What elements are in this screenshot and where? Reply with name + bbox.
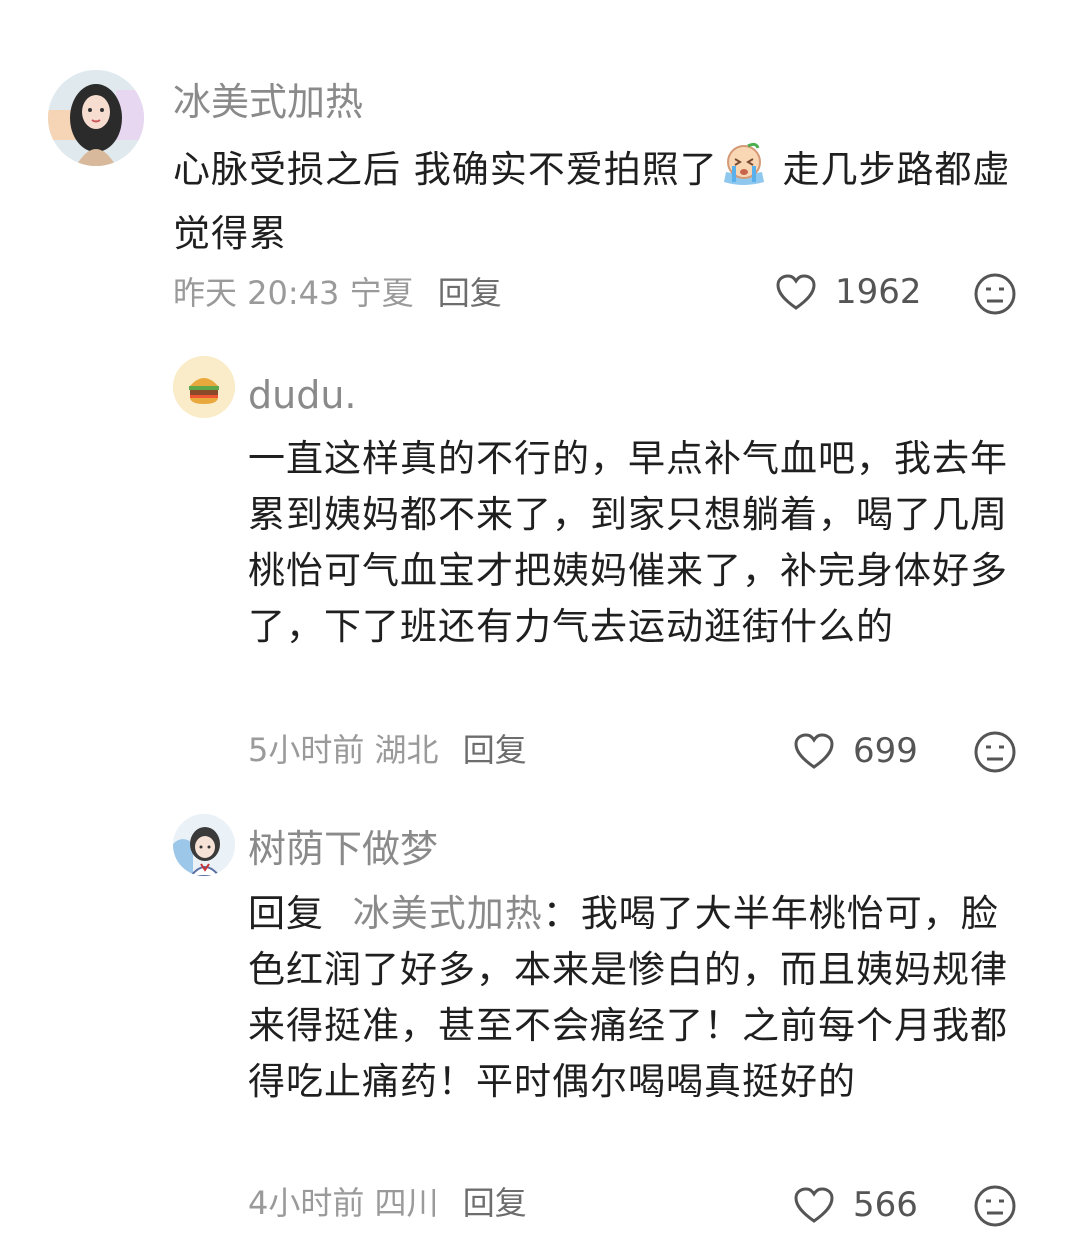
meh-face-icon[interactable] xyxy=(973,272,1017,316)
comment-text: 回复 冰美式加热：我喝了大半年桃怡可，脸色红润了好多，本来是惨白的，而且姨妈规律… xyxy=(248,886,1013,1110)
comment-meta: 4小时前 四川 回复 xyxy=(248,1183,527,1223)
timestamp: 昨天 20:43 xyxy=(173,274,340,312)
username[interactable]: 树荫下做梦 xyxy=(248,827,438,871)
comment-meta: 昨天 20:43 宁夏 回复 xyxy=(173,273,502,313)
reply-button[interactable]: 回复 xyxy=(438,274,502,312)
like-count: 1962 xyxy=(835,272,922,312)
reply-prefix: 回复 xyxy=(248,892,324,935)
comment-text-part: 心脉受损之后 我确实不爱拍照了 xyxy=(173,148,718,191)
location: 四川 xyxy=(374,1184,439,1222)
reply-button[interactable]: 回复 xyxy=(463,731,527,769)
heart-outline-icon xyxy=(794,1187,834,1223)
reply-button[interactable]: 回复 xyxy=(463,1184,527,1222)
like-count: 699 xyxy=(853,731,918,771)
avatar[interactable] xyxy=(173,356,235,418)
comment-text: 心脉受损之后 我确实不爱拍照了 走几步路都虚觉得累 xyxy=(173,142,1023,262)
username[interactable]: dudu. xyxy=(248,373,357,417)
comment-meta: 5小时前 湖北 回复 xyxy=(248,730,527,770)
timestamp: 5小时前 xyxy=(248,731,365,769)
timestamp: 4小时前 xyxy=(248,1184,365,1222)
like-button[interactable]: 1962 xyxy=(775,272,922,312)
comment-3: 树荫下做梦 回复 冰美式加热：我喝了大半年桃怡可，脸色红润了好多，本来是惨白的，… xyxy=(0,800,1080,1247)
crying-face-emoji xyxy=(718,142,770,206)
avatar[interactable] xyxy=(173,814,235,876)
like-button[interactable]: 699 xyxy=(793,731,918,771)
meh-face-icon[interactable] xyxy=(973,730,1017,774)
like-button[interactable]: 566 xyxy=(793,1185,918,1225)
reply-to-username[interactable]: 冰美式加热 xyxy=(353,892,543,935)
location: 宁夏 xyxy=(349,274,414,312)
like-count: 566 xyxy=(853,1185,918,1225)
avatar[interactable] xyxy=(48,70,144,166)
meh-face-icon[interactable] xyxy=(973,1184,1017,1228)
location: 湖北 xyxy=(374,731,439,769)
heart-outline-icon xyxy=(776,274,816,310)
heart-outline-icon xyxy=(794,733,834,769)
username[interactable]: 冰美式加热 xyxy=(173,80,363,124)
comment-text: 一直这样真的不行的，早点补气血吧，我去年累到姨妈都不来了，到家只想躺着，喝了几周… xyxy=(248,437,1008,648)
comment-2: dudu. 一直这样真的不行的，早点补气血吧，我去年累到姨妈都不来了，到家只想躺… xyxy=(0,330,1080,800)
comment-1: 冰美式加热 心脉受损之后 我确实不爱拍照了 走几步路都虚觉得累 昨天 20:43… xyxy=(0,0,1080,330)
